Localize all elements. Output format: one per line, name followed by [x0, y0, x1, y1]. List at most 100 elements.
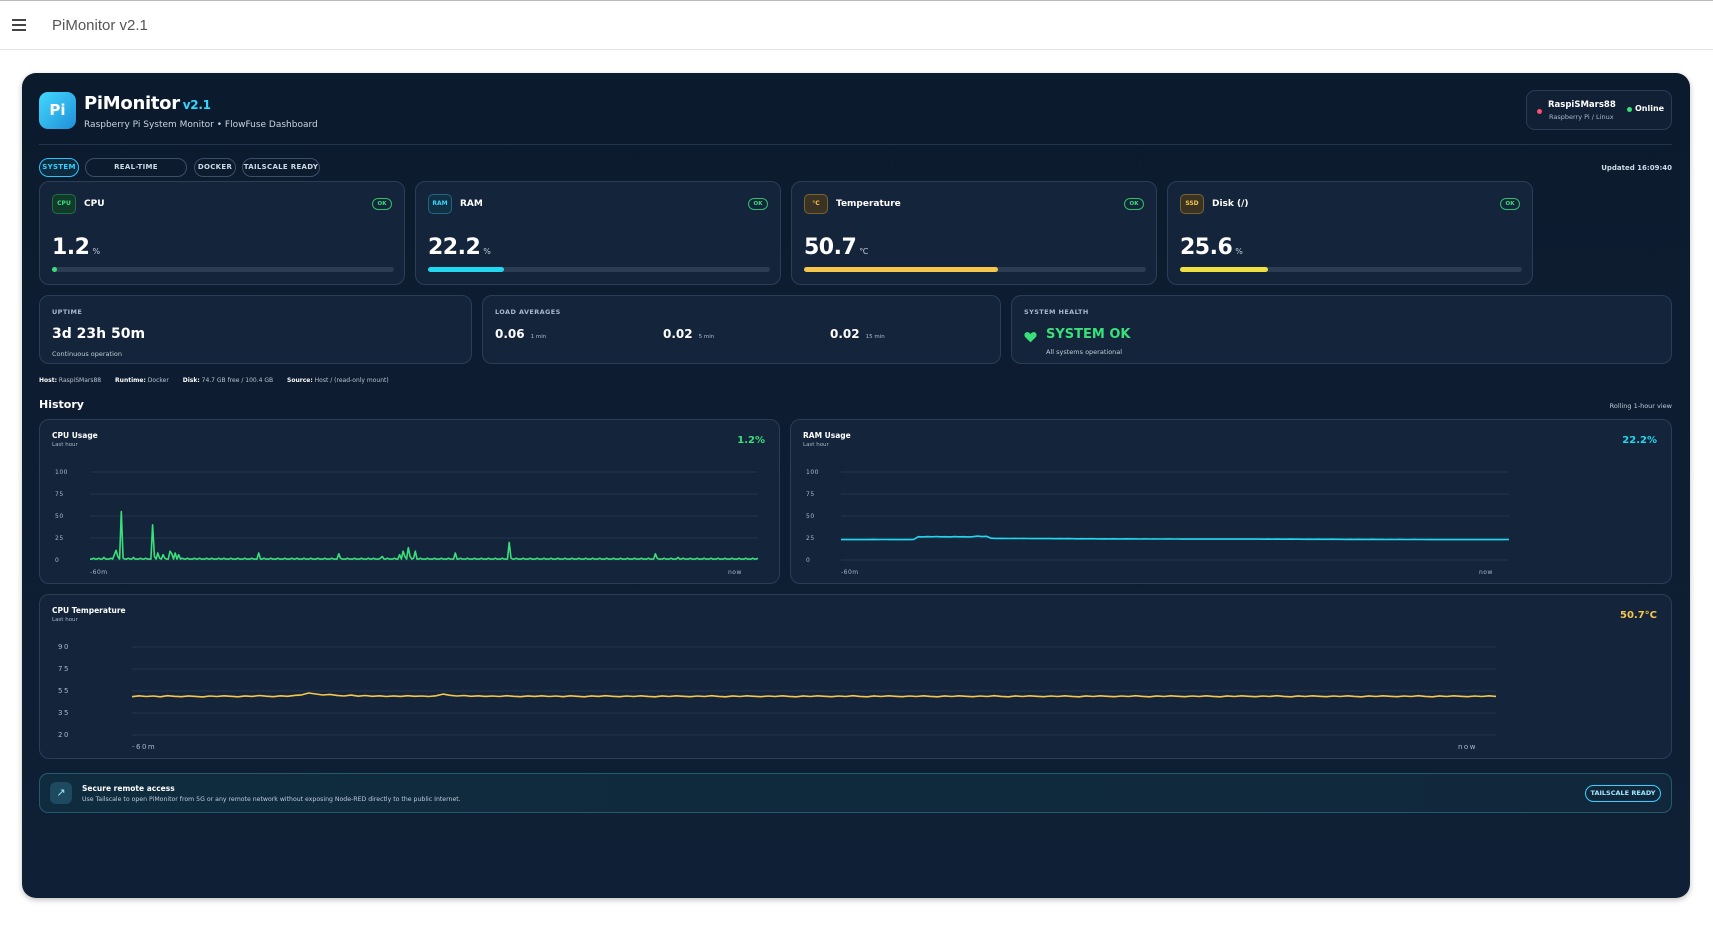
disk-status-badge: OK: [1500, 198, 1520, 210]
disk-progress-bar: [1180, 267, 1522, 272]
dashboard-panel: Pi PiMonitor v2.1 Raspberry Pi System Mon…: [22, 73, 1690, 898]
y-tick-label: 50: [806, 513, 815, 520]
brand-name: PiMonitor: [84, 93, 180, 114]
app-title: PiMonitor v2.1: [52, 17, 148, 34]
tab-system[interactable]: SYSTEM: [39, 158, 79, 177]
x-tick-label-start: -60m: [90, 569, 108, 576]
temp-chart-sub: Last hour: [52, 617, 78, 623]
ram-progress-bar: [428, 267, 770, 272]
cpu-value: 1.2%: [52, 235, 100, 260]
y-tick-label: 55: [58, 687, 70, 695]
y-tick-label: 90: [58, 643, 70, 651]
health-value: SYSTEM OK: [1046, 327, 1131, 342]
y-tick-label: 35: [58, 709, 70, 717]
y-tick-label: 100: [55, 469, 68, 476]
uptime-value: 3d 23h 50m: [52, 326, 146, 342]
temperature-progress-fill: [804, 267, 998, 272]
x-tick-label-start: -60m: [841, 569, 859, 576]
temperature-progress-bar: [804, 267, 1146, 272]
cpu-badge-icon: CPU: [52, 194, 76, 214]
app-bar: PiMonitor v2.1: [0, 0, 1713, 50]
ram-chart-sub: Last hour: [803, 442, 829, 448]
meta-disk: Disk: 74.7 GB free / 100.4 GB: [182, 377, 274, 384]
x-tick-label-end: now: [1479, 569, 1493, 576]
disk-value: 25.6%: [1180, 235, 1243, 260]
cpu-progress-fill: [52, 267, 58, 272]
pi-logo: Pi: [39, 92, 76, 129]
cpu-temperature-chart: 20 35 55 75 90 -60m now: [58, 643, 1497, 751]
load-5min: 0.02 5 min: [663, 327, 714, 341]
tab-tailscale-ready[interactable]: TAILSCALE READY: [242, 158, 320, 177]
kpi-card-cpu: CPU CPU OK 1.2%: [39, 181, 405, 285]
ram-badge-icon: RAM: [428, 194, 452, 214]
system-health-card: SYSTEM HEALTH SYSTEM OK All systems oper…: [1011, 295, 1672, 364]
host-meta-line: Host: RaspiSMars88 Runtime: Docker Disk:…: [39, 377, 401, 384]
brand-subtitle: Raspberry Pi System Monitor • FlowFuse D…: [84, 120, 318, 130]
ram-value: 22.2%: [428, 235, 491, 260]
ram-chart-title: RAM Usage: [803, 431, 851, 440]
load-15min-value: 0.02: [830, 327, 860, 341]
temperature-badge-icon: °C: [804, 194, 828, 214]
y-tick-label: 25: [55, 535, 64, 542]
cpu-usage-chart: 0 25 50 75 100 -60m now: [55, 469, 759, 576]
load-1min-value: 0.06: [495, 327, 525, 341]
ram-label: RAM: [460, 199, 483, 209]
kpi-card-temperature: °C Temperature OK 50.7 °C: [791, 181, 1157, 285]
disk-progress-fill: [1180, 267, 1268, 272]
meta-runtime: Runtime: Docker: [115, 377, 169, 384]
load-averages-card: LOAD AVERAGES 0.06 1 min 0.02 5 min 0.02 15…: [482, 295, 1001, 364]
host-status-dot-icon: [1537, 109, 1542, 114]
cpu-usage-chart-card: 0 25 50 75 100 -60m now CPU Usage Last hour 1.…: [39, 419, 780, 584]
temperature-status-badge: OK: [1124, 198, 1144, 210]
updated-timestamp: Updated 16:09:40: [1601, 164, 1672, 172]
uptime-card: UPTIME 3d 23h 50m Continuous operation: [39, 295, 472, 364]
hamburger-menu-icon[interactable]: [12, 19, 26, 31]
remote-access-banner: ↗ Secure remote access Use Tailscale to …: [39, 773, 1672, 813]
tab-docker[interactable]: DOCKER: [194, 158, 236, 177]
header-divider: [39, 144, 1672, 145]
cpu-progress-bar: [52, 267, 394, 272]
load-5min-label: 5 min: [698, 334, 715, 340]
ram-usage-chart: 0 25 50 75 100 -60m now: [806, 469, 1510, 576]
host-status-pill: RaspiSMars88 Raspberry Pi / Linux Online: [1526, 90, 1672, 130]
y-tick-label: 25: [806, 535, 815, 542]
y-tick-label: 50: [55, 513, 64, 520]
disk-badge-icon: SSD: [1180, 194, 1204, 214]
health-heading: SYSTEM HEALTH: [1024, 308, 1089, 316]
cpu-status-badge: OK: [372, 198, 392, 210]
y-tick-label: 75: [58, 665, 70, 673]
temperature-label: Temperature: [836, 199, 901, 209]
remote-sub: Use Tailscale to open PiMonitor from 5G …: [82, 796, 461, 803]
x-tick-label-end: now: [728, 569, 742, 576]
y-tick-label: 0: [806, 557, 810, 564]
remote-title: Secure remote access: [82, 784, 175, 793]
host-os: Raspberry Pi / Linux: [1549, 113, 1614, 121]
kpi-card-disk: SSD Disk (/) OK 25.6%: [1167, 181, 1533, 285]
temperature-value: 50.7 °C: [804, 235, 868, 260]
history-title: History: [39, 398, 84, 411]
temp-chart-title: CPU Temperature: [52, 606, 126, 615]
ram-chart-current: 22.2%: [1622, 435, 1657, 446]
tailscale-ready-button[interactable]: TAILSCALE READY: [1585, 785, 1661, 802]
health-sub: All systems operational: [1046, 348, 1123, 356]
history-note: Rolling 1-hour view: [1609, 402, 1672, 410]
load-1min-label: 1 min: [530, 334, 547, 340]
tab-real-time-monitoring[interactable]: REAL-TIME MONITORING: [85, 158, 187, 188]
temp-chart-current: 50.7°C: [1619, 610, 1657, 621]
uptime-sub: Continuous operation: [52, 350, 122, 358]
y-tick-label: 20: [58, 731, 70, 739]
y-tick-label: 75: [806, 491, 815, 498]
load-heading: LOAD AVERAGES: [495, 308, 561, 316]
external-link-icon: ↗: [50, 782, 72, 804]
series-line: [90, 510, 759, 560]
load-15min-label: 15 min: [865, 334, 885, 340]
online-dot-icon: [1627, 107, 1632, 112]
online-status: Online: [1635, 104, 1665, 113]
y-tick-label: 75: [55, 491, 64, 498]
host-name: RaspiSMars88: [1548, 100, 1616, 110]
ram-progress-fill: [428, 267, 504, 272]
y-tick-label: 100: [806, 469, 819, 476]
x-tick-label-end: now: [1458, 743, 1477, 751]
meta-host: Host: RaspiSMars88: [39, 377, 102, 384]
cpu-label: CPU: [84, 199, 105, 209]
